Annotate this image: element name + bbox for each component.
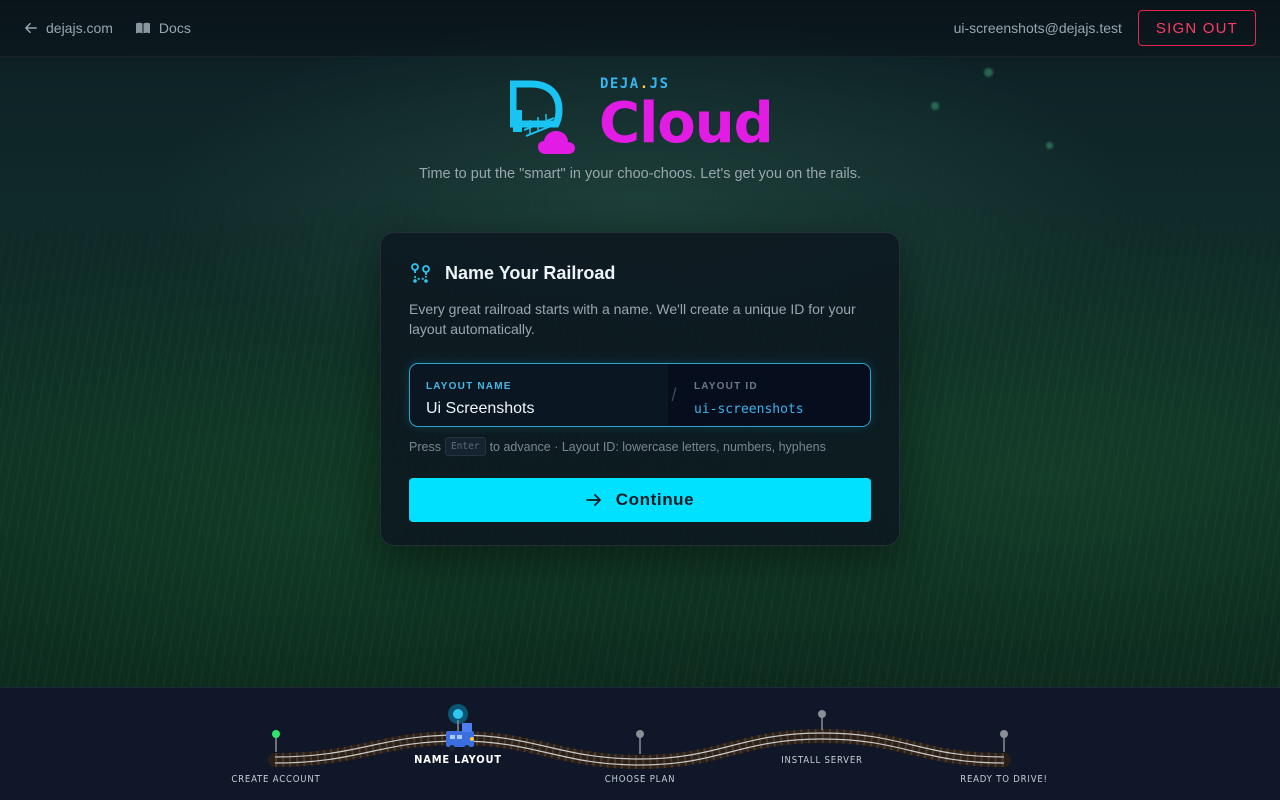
layout-name-field[interactable]: LAYOUT NAME xyxy=(410,364,668,426)
layout-name-label: LAYOUT NAME xyxy=(426,381,512,392)
name-railroad-card: Name Your Railroad Every great railroad … xyxy=(380,232,900,546)
step-signal-create-account xyxy=(272,730,280,752)
layout-id-value: ui-screenshots xyxy=(694,402,804,417)
field-separator: / xyxy=(668,364,680,426)
card-header: Name Your Railroad xyxy=(409,261,871,285)
enter-key-badge: Enter xyxy=(444,437,486,456)
step-signal-install-server xyxy=(818,710,826,730)
bokeh-light xyxy=(984,68,993,77)
continue-button[interactable]: Continue xyxy=(409,478,871,522)
docs-link-label: Docs xyxy=(158,20,191,36)
input-hint: Press Enter to advance · Layout ID: lowe… xyxy=(409,437,871,456)
layout-id-label: LAYOUT ID xyxy=(694,381,758,392)
logo-small-text: DEJA.JS xyxy=(600,76,670,92)
sign-out-button[interactable]: SIGN OUT xyxy=(1137,10,1256,46)
layout-id-field: LAYOUT ID ui-screenshots xyxy=(680,364,870,426)
bokeh-light xyxy=(931,102,939,110)
top-bar: dejajs.com Docs ui-screenshots@dejajs.te… xyxy=(0,0,1280,57)
docs-link[interactable]: Docs xyxy=(135,20,191,36)
train-locomotive-icon xyxy=(446,723,474,751)
home-link[interactable]: dejajs.com xyxy=(24,20,113,36)
deja-cloud-logo: DEJA.JS Cloud xyxy=(510,76,790,156)
topbar-left: dejajs.com Docs xyxy=(24,20,191,36)
step-label-choose-plan: CHOOSE PLAN xyxy=(604,774,676,785)
step-signal-choose-plan xyxy=(636,730,644,754)
logo-cloud-text: Cloud xyxy=(599,91,774,156)
user-email: ui-screenshots@dejajs.test xyxy=(953,20,1122,36)
hint-suffix: to advance · Layout ID: lowercase letter… xyxy=(489,439,826,454)
route-pins-icon xyxy=(411,263,430,283)
arrow-left-icon xyxy=(25,22,37,34)
arrow-right-icon xyxy=(585,494,601,506)
onboarding-progress: CREATE ACCOUNT NAME LAYOUT CHOOSE PLAN I… xyxy=(0,687,1280,800)
step-signal-ready-to-drive xyxy=(1000,730,1008,752)
layout-fields: LAYOUT NAME / LAYOUT ID ui-screenshots xyxy=(409,363,871,427)
step-label-create-account: CREATE ACCOUNT xyxy=(231,774,321,785)
card-title: Name Your Railroad xyxy=(445,262,616,283)
card-description: Every great railroad starts with a name.… xyxy=(409,301,856,337)
step-label-name-layout: NAME LAYOUT xyxy=(414,753,502,766)
hint-prefix: Press xyxy=(409,439,441,454)
home-link-label: dejajs.com xyxy=(46,20,113,36)
book-icon xyxy=(135,22,150,34)
continue-label: Continue xyxy=(615,490,695,509)
step-label-ready-to-drive: READY TO DRIVE! xyxy=(960,774,1048,785)
deja-logo-icon xyxy=(510,80,575,154)
layout-name-input[interactable] xyxy=(426,400,646,418)
topbar-right: ui-screenshots@dejajs.test SIGN OUT xyxy=(954,10,1256,46)
tagline: Time to put the "smart" in your choo-cho… xyxy=(418,166,862,182)
step-label-install-server: INSTALL SERVER xyxy=(781,755,863,766)
bokeh-light xyxy=(1046,142,1053,149)
